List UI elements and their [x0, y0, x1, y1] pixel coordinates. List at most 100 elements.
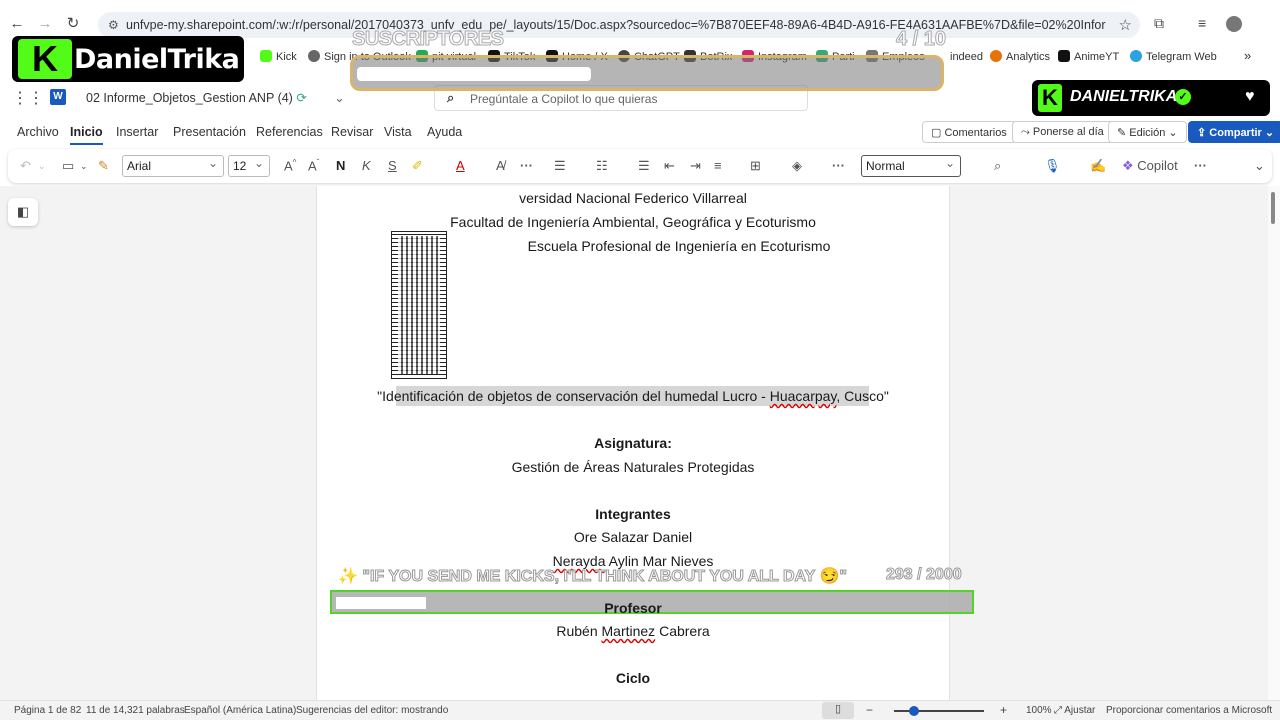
streamer-badge: K DANIELTRIKA ✓ ♥ — [1032, 80, 1270, 116]
underline-icon[interactable]: S — [388, 158, 397, 173]
dictate-icon[interactable]: 🎙 — [1044, 158, 1061, 174]
font-color-icon[interactable]: A — [456, 158, 465, 173]
professor-name[interactable]: Rubén Martinez Cabrera — [316, 623, 950, 639]
font-select[interactable]: Arial — [122, 155, 224, 177]
logo-pattern — [398, 236, 440, 374]
zoom-in-icon[interactable]: + — [1000, 703, 1007, 717]
zoom-slider-thumb[interactable] — [909, 706, 919, 716]
chevron-down-icon[interactable]: ⌄ — [334, 91, 344, 105]
bookmark-kick[interactable]: Kick — [260, 50, 297, 63]
print-layout-icon[interactable]: ▯ — [822, 702, 854, 719]
style-select[interactable]: Normal — [861, 155, 961, 177]
zoom-level[interactable]: 100% — [1026, 705, 1052, 716]
bookmark-star-icon[interactable]: ☆ — [1119, 16, 1132, 34]
navigation-pane-icon[interactable]: ◧ — [8, 198, 38, 226]
highlight-icon[interactable]: ✐ — [412, 158, 423, 174]
more-icon[interactable]: ··· — [520, 158, 533, 173]
scrollbar-thumb[interactable] — [1271, 192, 1275, 224]
overflow-icon[interactable]: ··· — [1194, 158, 1207, 173]
vertical-scrollbar[interactable] — [1268, 186, 1280, 700]
bookmark-telegram[interactable]: Telegram Web — [1130, 50, 1217, 63]
undo-chevron-icon[interactable]: ⌄ — [38, 161, 46, 172]
kick-logo-icon: K — [18, 39, 72, 79]
streamer-logo: K DanielTrika — [12, 36, 244, 82]
ribbon-tabs: Archivo Inicio Insertar Presentación Ref… — [0, 118, 1280, 146]
language-status[interactable]: Español (América Latina) — [184, 705, 296, 716]
zoom-out-icon[interactable]: − — [866, 703, 873, 717]
font-size-select[interactable]: 12 — [228, 155, 270, 177]
borders-icon[interactable]: ⊞ — [750, 158, 761, 174]
grow-font-icon[interactable]: A^ — [284, 158, 296, 173]
subject-label[interactable]: Asignatura: — [316, 435, 950, 451]
subscriber-goal-fill — [357, 67, 591, 81]
forward-icon[interactable]: → — [36, 14, 54, 34]
tab-revisar[interactable]: Revisar — [331, 125, 373, 139]
faculty-line[interactable]: Facultad de Ingeniería Ambiental, Geográ… — [316, 214, 950, 230]
bookmark-analytics[interactable]: Analytics — [990, 50, 1050, 63]
university-logo-image — [391, 231, 447, 379]
heart-icon: ♥ — [1245, 88, 1255, 105]
catchup-button[interactable]: ⤳ Ponerse al día — [1012, 121, 1113, 143]
zoom-slider[interactable] — [894, 710, 984, 712]
tab-vista[interactable]: Vista — [384, 125, 412, 139]
members-label[interactable]: Integrantes — [316, 506, 950, 522]
page-count[interactable]: Página 1 de 82 — [14, 705, 81, 716]
bookmark-animeyt[interactable]: AnimeYT — [1058, 50, 1119, 63]
shrink-font-icon[interactable]: Aˇ — [308, 158, 319, 173]
fit-button[interactable]: ⤢ Ajustar — [1054, 705, 1095, 716]
paste-icon[interactable]: ▭ — [62, 158, 74, 174]
cycle-label[interactable]: Ciclo — [316, 670, 950, 686]
search-icon: ⌕ — [447, 90, 455, 105]
editor-suggestions[interactable]: Sugerencias del editor: mostrando — [296, 705, 448, 716]
italic-icon[interactable]: K — [362, 158, 371, 173]
checklist-icon[interactable]: ☰ — [638, 158, 650, 174]
align-icon[interactable]: ≡ — [714, 158, 722, 173]
url-text[interactable]: unfvpe-my.sharepoint.com/:w:/r/personal/… — [126, 18, 1106, 32]
numbering-icon[interactable]: ☷ — [596, 158, 608, 174]
tab-ayuda[interactable]: Ayuda — [427, 125, 462, 139]
site-info-icon[interactable]: ⚙ — [108, 18, 119, 32]
word-count[interactable]: 11 de 14,321 palabras — [86, 705, 185, 716]
back-icon[interactable]: ← — [8, 14, 26, 34]
shading-icon[interactable]: ◈ — [792, 158, 802, 174]
more-paragraph-icon[interactable]: ··· — [832, 158, 845, 173]
saved-icon: ⟳ — [296, 91, 307, 105]
comments-button[interactable]: ▢ Comentarios — [922, 121, 1016, 143]
reload-icon[interactable]: ↻ — [64, 14, 82, 34]
share-button[interactable]: ⇪ Compartir ⌄ — [1188, 121, 1280, 143]
undo-icon[interactable]: ↶ — [20, 158, 31, 174]
indent-icon[interactable]: ⇥ — [690, 158, 701, 174]
media-icon[interactable]: ≡ — [1198, 15, 1206, 31]
editor-icon[interactable]: ✍ — [1090, 158, 1106, 174]
feedback-link[interactable]: Proporcionar comentarios a Microsoft — [1106, 705, 1272, 716]
tab-inicio[interactable]: Inicio — [70, 125, 103, 145]
more-bookmarks-icon[interactable]: » — [1244, 48, 1251, 63]
app-launcher-icon[interactable]: ⋮⋮ — [12, 88, 44, 108]
subscriber-goal-count: 4 / 10 — [895, 28, 947, 51]
format-painter-icon[interactable]: ✎ — [98, 158, 109, 174]
clear-format-icon[interactable]: A̸ — [496, 158, 505, 173]
address-bar[interactable]: ⚙ unfvpe-my.sharepoint.com/:w:/r/persona… — [98, 12, 1140, 38]
member-1[interactable]: Ore Salazar Daniel — [316, 529, 950, 545]
university-line[interactable]: versidad Nacional Federico Villarreal — [316, 190, 950, 206]
find-icon[interactable]: ⌕ — [994, 158, 1001, 174]
tab-archivo[interactable]: Archivo — [17, 125, 59, 139]
copilot-button[interactable]: ❖ Copilot — [1122, 158, 1178, 174]
extensions-icon[interactable]: ⧉ — [1154, 15, 1164, 32]
professor-label[interactable]: Profesor — [316, 600, 950, 616]
collapse-ribbon-icon[interactable]: ⌄ — [1254, 158, 1265, 174]
home-toolbar: ↶ ⌄ ▭ ⌄ ✎ Arial 12 A^ Aˇ N K S ✐ A A̸ ··… — [8, 149, 1272, 183]
document-title[interactable]: 02 Informe_Objetos_Gestion ANP (4) ⟳ ⌄ — [86, 90, 345, 105]
subject-name[interactable]: Gestión de Áreas Naturales Protegidas — [316, 459, 950, 475]
bullets-icon[interactable]: ☰ — [554, 158, 566, 174]
report-title[interactable]: "Identificación de objetos de conservaci… — [316, 388, 950, 404]
tab-insertar[interactable]: Insertar — [116, 125, 158, 139]
profile-avatar[interactable] — [1226, 16, 1242, 32]
outdent-icon[interactable]: ⇤ — [664, 158, 675, 174]
bold-icon[interactable]: N — [336, 158, 345, 173]
paste-chevron-icon[interactable]: ⌄ — [80, 161, 88, 172]
editing-button[interactable]: ✎ Edición ⌄ — [1108, 121, 1187, 143]
tab-referencias[interactable]: Referencias — [256, 125, 323, 139]
kick-badge-icon: K — [1038, 84, 1062, 112]
tab-presentacion[interactable]: Presentación — [173, 125, 246, 139]
